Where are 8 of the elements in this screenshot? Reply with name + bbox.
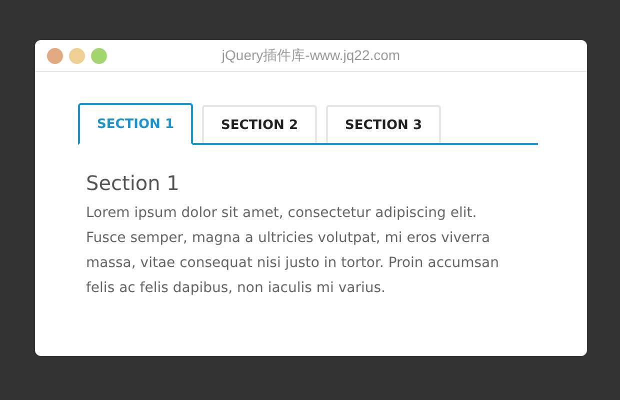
maximize-button[interactable]: [91, 48, 107, 64]
tab[interactable]: SECTION 2: [202, 105, 317, 143]
section-heading: Section 1: [86, 170, 180, 197]
minimize-button[interactable]: [69, 48, 85, 64]
close-button[interactable]: [47, 48, 63, 64]
window-title: jQuery插件库-www.jq22.com: [222, 46, 400, 64]
section-text: Lorem ipsum dolor sit amet, consectetur adipiscing elit. Fusce semper, magna a ultricies volutpat, mi eros viverra massa, vitae consequat nisi justo in tortor. Proin accumsan felis ac felis dapibus, non iaculis mi varius.: [86, 204, 500, 298]
tab[interactable]: SECTION 3: [326, 105, 441, 143]
